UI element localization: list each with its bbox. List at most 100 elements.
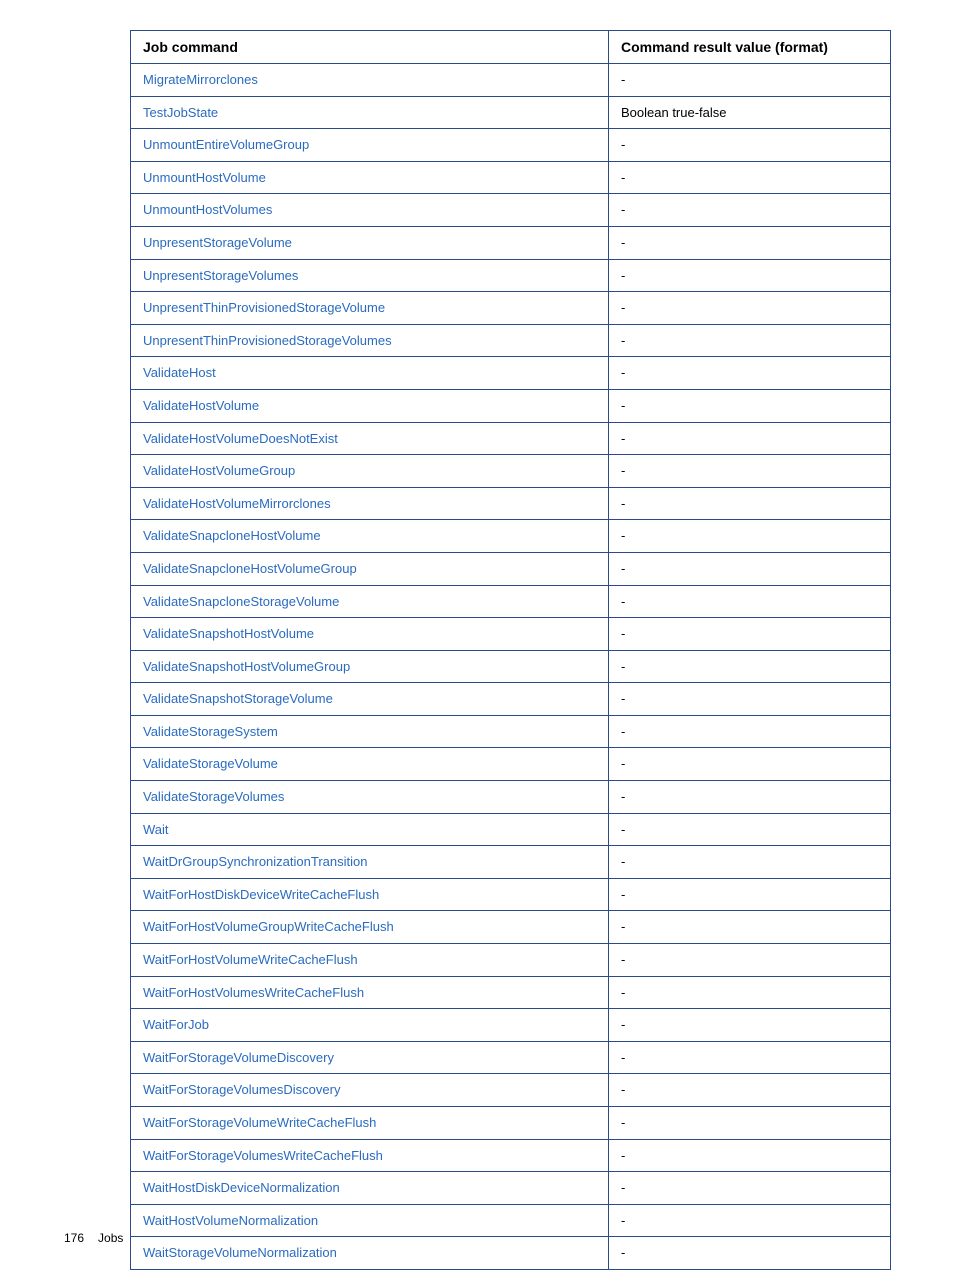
job-command-table: Job command Command result value (format… (130, 30, 891, 1270)
command-result-cell: - (609, 1237, 891, 1270)
job-command-cell[interactable]: WaitStorageVolumeNormalization (131, 1237, 609, 1270)
job-command-cell[interactable]: WaitForStorageVolumesDiscovery (131, 1074, 609, 1107)
command-result-cell: - (609, 781, 891, 814)
job-command-cell[interactable]: UnpresentStorageVolumes (131, 259, 609, 292)
job-command-cell[interactable]: WaitHostVolumeNormalization (131, 1204, 609, 1237)
command-result-cell: - (609, 1107, 891, 1140)
command-result-cell: - (609, 487, 891, 520)
job-command-cell[interactable]: WaitForHostVolumeWriteCacheFlush (131, 944, 609, 977)
table-row: UnmountHostVolumes- (131, 194, 891, 227)
command-result-cell: - (609, 878, 891, 911)
table-row: WaitStorageVolumeNormalization- (131, 1237, 891, 1270)
job-command-cell[interactable]: UnmountHostVolumes (131, 194, 609, 227)
table-row: WaitForHostVolumeGroupWriteCacheFlush- (131, 911, 891, 944)
job-command-cell[interactable]: ValidateSnapshotHostVolume (131, 618, 609, 651)
header-job-command: Job command (131, 31, 609, 64)
command-result-cell: - (609, 552, 891, 585)
table-row: ValidateSnapcloneStorageVolume- (131, 585, 891, 618)
job-command-cell[interactable]: ValidateStorageVolume (131, 748, 609, 781)
table-row: ValidateStorageVolumes- (131, 781, 891, 814)
table-row: ValidateSnapshotHostVolume- (131, 618, 891, 651)
table-row: WaitForStorageVolumeDiscovery- (131, 1041, 891, 1074)
command-result-cell: - (609, 846, 891, 879)
job-command-cell[interactable]: WaitForStorageVolumeWriteCacheFlush (131, 1107, 609, 1140)
table-row: ValidateStorageVolume- (131, 748, 891, 781)
job-command-cell[interactable]: WaitDrGroupSynchronizationTransition (131, 846, 609, 879)
job-command-cell[interactable]: ValidateHostVolumeMirrorclones (131, 487, 609, 520)
command-result-cell: - (609, 422, 891, 455)
header-command-result: Command result value (format) (609, 31, 891, 64)
job-command-cell[interactable]: UnpresentStorageVolume (131, 226, 609, 259)
command-result-cell: - (609, 715, 891, 748)
table-row: ValidateSnapcloneHostVolume- (131, 520, 891, 553)
table-row: WaitForStorageVolumesWriteCacheFlush- (131, 1139, 891, 1172)
job-command-cell[interactable]: UnpresentThinProvisionedStorageVolumes (131, 324, 609, 357)
page-footer: 176Jobs (64, 1231, 123, 1245)
command-result-cell: - (609, 292, 891, 325)
command-result-cell: - (609, 585, 891, 618)
command-result-cell: - (609, 129, 891, 162)
table-header-row: Job command Command result value (format… (131, 31, 891, 64)
job-command-cell[interactable]: ValidateSnapshotStorageVolume (131, 683, 609, 716)
table-row: UnpresentStorageVolumes- (131, 259, 891, 292)
job-command-cell[interactable]: ValidateSnapshotHostVolumeGroup (131, 650, 609, 683)
job-command-cell[interactable]: ValidateStorageSystem (131, 715, 609, 748)
table-row: WaitHostVolumeNormalization- (131, 1204, 891, 1237)
job-command-cell[interactable]: WaitForHostVolumesWriteCacheFlush (131, 976, 609, 1009)
job-command-cell[interactable]: Wait (131, 813, 609, 846)
job-command-cell[interactable]: ValidateHostVolumeGroup (131, 455, 609, 488)
job-command-cell[interactable]: WaitForStorageVolumeDiscovery (131, 1041, 609, 1074)
job-command-cell[interactable]: UnmountEntireVolumeGroup (131, 129, 609, 162)
command-result-cell: - (609, 748, 891, 781)
command-result-cell: - (609, 1172, 891, 1205)
command-result-cell: - (609, 976, 891, 1009)
page-content: Job command Command result value (format… (0, 0, 954, 1270)
job-command-cell[interactable]: WaitForStorageVolumesWriteCacheFlush (131, 1139, 609, 1172)
command-result-cell: - (609, 259, 891, 292)
job-command-cell[interactable]: ValidateSnapcloneStorageVolume (131, 585, 609, 618)
table-row: WaitForStorageVolumeWriteCacheFlush- (131, 1107, 891, 1140)
job-command-cell[interactable]: ValidateSnapcloneHostVolume (131, 520, 609, 553)
command-result-cell: - (609, 1139, 891, 1172)
table-row: WaitForHostDiskDeviceWriteCacheFlush- (131, 878, 891, 911)
job-command-cell[interactable]: WaitForHostDiskDeviceWriteCacheFlush (131, 878, 609, 911)
command-result-cell: - (609, 357, 891, 390)
command-result-cell: - (609, 813, 891, 846)
job-command-cell[interactable]: UnmountHostVolume (131, 161, 609, 194)
table-row: ValidateHostVolumeGroup- (131, 455, 891, 488)
section-title: Jobs (98, 1231, 123, 1245)
table-row: WaitForStorageVolumesDiscovery- (131, 1074, 891, 1107)
table-row: ValidateHostVolume- (131, 389, 891, 422)
table-row: TestJobStateBoolean true-false (131, 96, 891, 129)
table-row: ValidateStorageSystem- (131, 715, 891, 748)
command-result-cell: - (609, 389, 891, 422)
job-command-cell[interactable]: MigrateMirrorclones (131, 64, 609, 97)
command-result-cell: - (609, 1041, 891, 1074)
job-command-cell[interactable]: WaitForHostVolumeGroupWriteCacheFlush (131, 911, 609, 944)
job-command-cell[interactable]: ValidateSnapcloneHostVolumeGroup (131, 552, 609, 585)
command-result-cell: - (609, 324, 891, 357)
command-result-cell: - (609, 455, 891, 488)
job-command-cell[interactable]: WaitForJob (131, 1009, 609, 1042)
command-result-cell: - (609, 618, 891, 651)
job-command-cell[interactable]: ValidateHostVolume (131, 389, 609, 422)
job-command-cell[interactable]: WaitHostDiskDeviceNormalization (131, 1172, 609, 1205)
table-row: MigrateMirrorclones- (131, 64, 891, 97)
table-row: ValidateSnapshotStorageVolume- (131, 683, 891, 716)
job-command-cell[interactable]: TestJobState (131, 96, 609, 129)
table-row: UnpresentStorageVolume- (131, 226, 891, 259)
command-result-cell: - (609, 944, 891, 977)
command-result-cell: - (609, 1204, 891, 1237)
job-command-cell[interactable]: ValidateStorageVolumes (131, 781, 609, 814)
table-row: WaitForHostVolumeWriteCacheFlush- (131, 944, 891, 977)
job-command-cell[interactable]: ValidateHost (131, 357, 609, 390)
command-result-cell: - (609, 911, 891, 944)
table-row: WaitForHostVolumesWriteCacheFlush- (131, 976, 891, 1009)
table-row: WaitHostDiskDeviceNormalization- (131, 1172, 891, 1205)
table-row: UnpresentThinProvisionedStorageVolume- (131, 292, 891, 325)
command-result-cell: - (609, 1074, 891, 1107)
table-row: UnmountEntireVolumeGroup- (131, 129, 891, 162)
command-result-cell: - (609, 683, 891, 716)
job-command-cell[interactable]: ValidateHostVolumeDoesNotExist (131, 422, 609, 455)
job-command-cell[interactable]: UnpresentThinProvisionedStorageVolume (131, 292, 609, 325)
